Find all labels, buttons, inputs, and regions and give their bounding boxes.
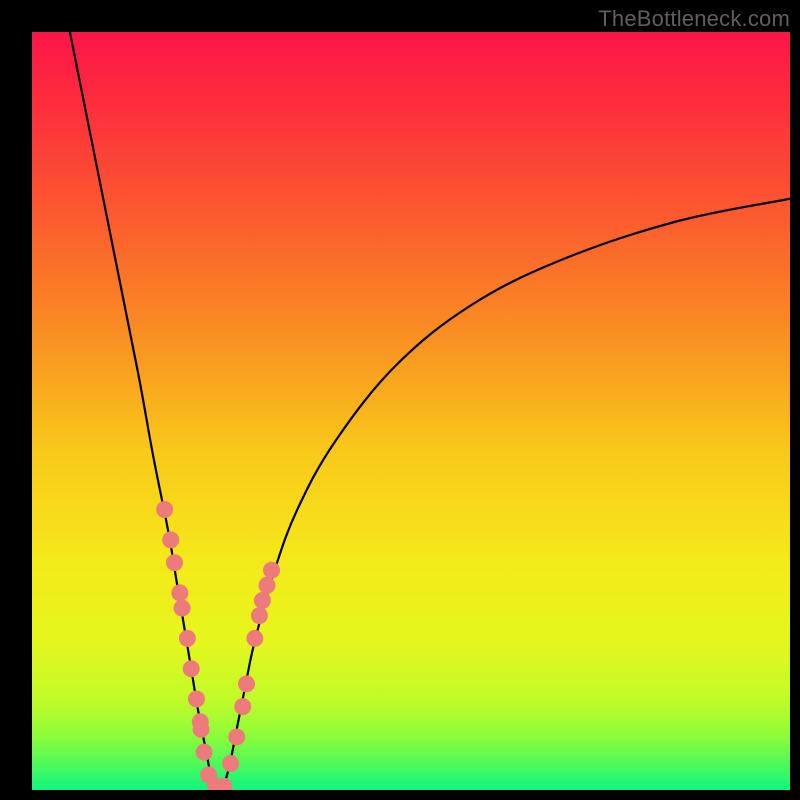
bottleneck-curve xyxy=(70,32,790,790)
curve-marker xyxy=(183,660,200,677)
curve-marker xyxy=(228,728,245,745)
curve-marker xyxy=(171,584,188,601)
curve-marker xyxy=(251,607,268,624)
curve-marker xyxy=(222,755,239,772)
curve-marker xyxy=(234,698,251,715)
curve-marker xyxy=(179,630,196,647)
curve-marker xyxy=(258,577,275,594)
marker-group xyxy=(156,501,280,790)
curve-layer xyxy=(32,32,790,790)
curve-marker xyxy=(254,592,271,609)
curve-marker xyxy=(246,630,263,647)
chart-frame: TheBottleneck.com xyxy=(0,0,800,800)
curve-marker xyxy=(263,562,280,579)
curve-marker xyxy=(196,744,213,761)
curve-marker xyxy=(162,531,179,548)
watermark-text: TheBottleneck.com xyxy=(598,6,790,32)
curve-marker xyxy=(156,501,173,518)
curve-marker xyxy=(174,600,191,617)
curve-marker xyxy=(238,675,255,692)
curve-marker xyxy=(188,691,205,708)
plot-area xyxy=(32,32,790,790)
curve-marker xyxy=(166,554,183,571)
curve-marker xyxy=(193,721,210,738)
